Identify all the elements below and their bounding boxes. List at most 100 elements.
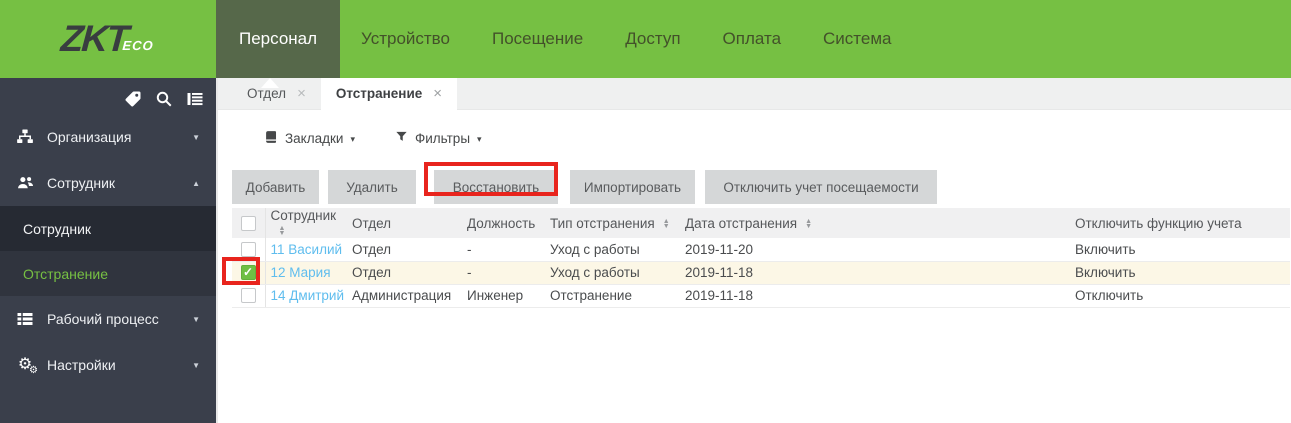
panel-list-icon[interactable] — [186, 90, 204, 108]
column-header-employee: Сотрудник ▲ ▼ — [265, 208, 347, 238]
sidebar-item-organization[interactable]: Организация ▼ — [0, 114, 216, 160]
sidebar-item-label: Рабочий процесс — [47, 311, 159, 327]
sidebar-item-label: Сотрудник — [47, 175, 116, 191]
column-header-type: Тип отстранения ▲ ▼ — [545, 208, 680, 238]
select-all-checkbox[interactable] — [241, 215, 256, 231]
funnel-icon — [395, 130, 408, 146]
search-icon[interactable] — [155, 90, 173, 108]
import-button[interactable]: Импортировать — [570, 170, 695, 204]
logo-block: ZKT ECO — [0, 0, 216, 78]
attendance-cell: Отключить — [1060, 284, 1290, 308]
column-header-department: Отдел — [347, 208, 462, 238]
close-icon[interactable]: × — [433, 86, 442, 101]
main-area: Организация ▼ Сотрудник ▲ Сотрудник Отст… — [0, 78, 1291, 423]
tab-strip: Отдел × Отстранение × — [218, 78, 1291, 110]
tab-label: Отдел — [247, 86, 287, 101]
sidebar-subitem-suspension[interactable]: Отстранение — [0, 251, 216, 296]
select-all-cell — [232, 208, 266, 238]
table-row: 11 Василий Отдел - Уход с работы 2019-11… — [232, 238, 1290, 262]
position-cell: - — [462, 261, 545, 285]
nav-label: Персонал — [239, 29, 318, 48]
close-icon[interactable]: × — [297, 86, 306, 101]
department-cell: Администрация — [347, 284, 462, 308]
tag-icon[interactable] — [124, 90, 142, 108]
employee-link[interactable]: 11 Василий — [271, 242, 343, 257]
attendance-cell: Включить — [1060, 261, 1290, 285]
sidebar-item-employee[interactable]: Сотрудник ▲ — [0, 160, 216, 206]
filters-label: Фильтры — [414, 130, 471, 146]
column-label: Сотрудник — [270, 208, 337, 223]
sidebar-subitem-label: Сотрудник — [23, 220, 92, 237]
chevron-down-icon[interactable]: ▼ — [192, 315, 200, 324]
suspension-table: Сотрудник ▲ ▼ Отдел Должность Тип отстране… — [232, 208, 1290, 308]
sidebar-item-settings[interactable]: ⚙ ⚙ Настройки ▼ — [0, 342, 216, 388]
nav-item-payment[interactable]: Оплата — [702, 0, 802, 78]
logo-text-zkt: ZKT — [60, 18, 129, 59]
sidebar-item-label: Настройки — [47, 357, 116, 373]
sort-down-icon: ▼ — [662, 222, 670, 230]
book-icon — [264, 130, 278, 147]
sort-icon[interactable]: ▲ ▼ — [805, 218, 812, 230]
bookmarks-label: Закладки — [285, 130, 344, 146]
sidebar-submenu-employee: Сотрудник Отстранение — [0, 206, 216, 296]
bookmarks-button[interactable]: Закладки ▾ — [264, 130, 355, 147]
chevron-up-icon[interactable]: ▲ — [192, 179, 200, 188]
sitemap-icon — [14, 128, 36, 146]
content-area: Отдел × Отстранение × Закладки ▾ Фильтры — [216, 78, 1291, 423]
chevron-down-icon[interactable]: ▼ — [192, 133, 200, 142]
column-header-attendance: Отключить функцию учета — [1060, 208, 1290, 238]
tab-suspension[interactable]: Отстранение × — [320, 78, 458, 110]
employee-cell: 11 Василий — [265, 238, 347, 262]
column-label: Тип отстранения — [550, 215, 655, 231]
sort-icon[interactable]: ▲ ▼ — [662, 218, 670, 230]
chevron-down-icon[interactable]: ▼ — [192, 361, 200, 370]
nav-item-attendance[interactable]: Посещение — [471, 0, 604, 78]
date-cell: 2019-11-18 — [680, 284, 1060, 308]
restore-button[interactable]: Восстановить — [434, 170, 558, 204]
disable-attendance-button[interactable]: Отключить учет посещаемости — [705, 170, 937, 204]
position-cell: Инженер — [462, 284, 545, 308]
toolbar: Закладки ▾ Фильтры ▾ — [218, 110, 1291, 166]
tab-label: Отстранение — [335, 86, 423, 101]
row-checkbox[interactable]: ✓ — [241, 265, 256, 280]
sort-icon[interactable]: ▲ ▼ — [278, 225, 286, 238]
employee-cell: 12 Мария — [265, 261, 347, 285]
add-button[interactable]: Добавить — [232, 170, 319, 204]
nav-item-device[interactable]: Устройство — [340, 0, 471, 78]
nav-item-system[interactable]: Система — [802, 0, 912, 78]
action-button-row: Добавить Удалить Восстановить Импортиров… — [218, 166, 1291, 208]
column-label: Отключить функцию учета — [1075, 215, 1242, 231]
nav-label: Посещение — [491, 29, 584, 48]
sort-down-icon: ▼ — [278, 230, 286, 238]
delete-button[interactable]: Удалить — [328, 170, 416, 204]
nav-item-personnel[interactable]: Персонал — [216, 0, 341, 78]
checkbox-cell — [232, 238, 266, 262]
sidebar-item-workflow[interactable]: Рабочий процесс ▼ — [0, 296, 216, 342]
people-icon — [14, 174, 36, 192]
employee-link[interactable]: 12 Мария — [271, 265, 331, 280]
filters-button[interactable]: Фильтры ▾ — [395, 130, 482, 146]
sidebar-item-label: Организация — [47, 129, 132, 145]
date-cell: 2019-11-18 — [680, 261, 1060, 285]
department-cell: Отдел — [347, 238, 462, 262]
type-cell: Уход с работы — [545, 238, 680, 262]
row-checkbox[interactable] — [241, 288, 256, 303]
check-icon: ✓ — [243, 265, 254, 279]
checkbox-cell — [232, 284, 266, 308]
sidebar-tools — [0, 78, 216, 114]
nav-item-access[interactable]: Доступ — [604, 0, 701, 78]
nav-label: Доступ — [625, 29, 681, 48]
gear-icon: ⚙ — [29, 365, 38, 376]
caret-down-icon: ▾ — [477, 133, 482, 144]
employee-cell: 14 Дмитрий — [265, 284, 347, 308]
attendance-cell: Включить — [1060, 238, 1290, 262]
sidebar-subitem-employee[interactable]: Сотрудник — [0, 206, 216, 251]
table-row: ✓ 12 Мария Отдел - Уход с работы 2019-11… — [232, 261, 1290, 285]
column-label: Отдел — [352, 215, 392, 231]
employee-link[interactable]: 14 Дмитрий — [271, 288, 345, 303]
type-cell: Отстранение — [545, 284, 680, 308]
row-checkbox[interactable] — [241, 241, 256, 257]
type-cell: Уход с работы — [545, 261, 680, 285]
sidebar: Организация ▼ Сотрудник ▲ Сотрудник Отст… — [0, 78, 216, 423]
date-cell: 2019-11-20 — [680, 238, 1060, 262]
